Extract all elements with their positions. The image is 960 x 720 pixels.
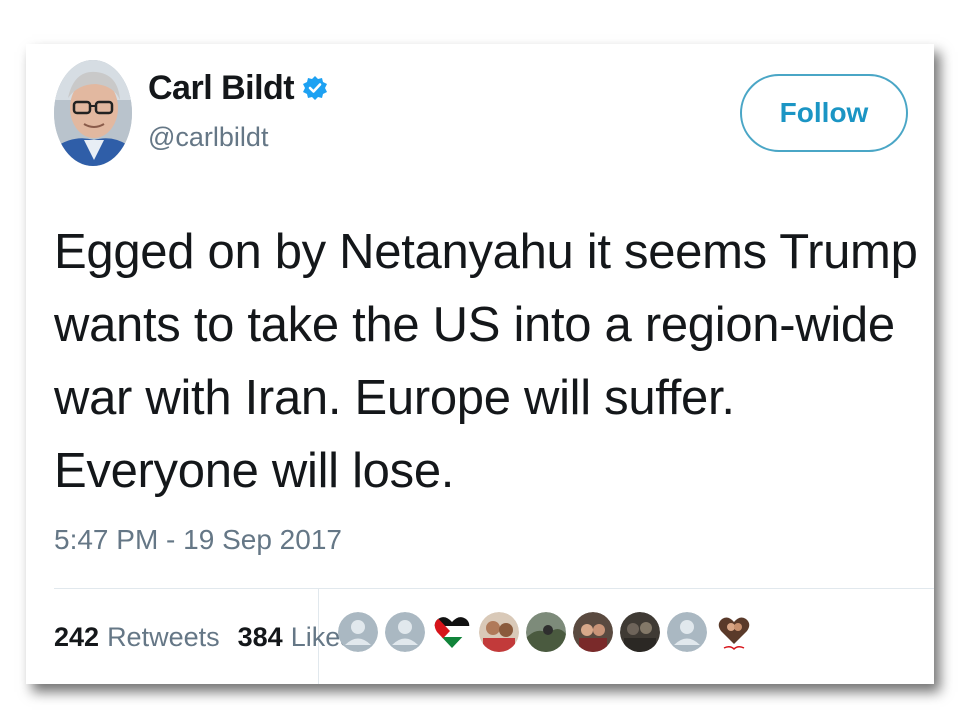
liker-avatar[interactable]	[338, 612, 378, 652]
display-name[interactable]: Carl Bildt	[148, 69, 295, 108]
verified-badge-icon	[303, 76, 328, 100]
name-row: Carl Bildt	[148, 68, 328, 108]
liker-avatar[interactable]	[714, 612, 754, 652]
tweet-timestamp[interactable]: 5:47 PM - 19 Sep 2017	[54, 524, 342, 556]
liker-avatar[interactable]	[385, 612, 425, 652]
liker-avatar[interactable]	[479, 612, 519, 652]
retweets-label[interactable]: Retweets	[107, 622, 220, 653]
liker-avatar[interactable]	[432, 612, 472, 652]
liker-avatar[interactable]	[573, 612, 613, 652]
retweets-count[interactable]: 242	[54, 622, 99, 653]
profile-avatar[interactable]	[54, 60, 132, 166]
follow-button[interactable]: Follow	[740, 74, 908, 152]
stats-divider	[54, 588, 934, 589]
likes-count[interactable]: 384	[238, 622, 283, 653]
tweet-text: Egged on by Netanyahu it seems Trump wan…	[54, 225, 918, 498]
tweet-card: Carl Bildt @carlbildt Follow Egged on by…	[26, 44, 934, 684]
liker-avatar[interactable]	[526, 612, 566, 652]
liker-avatars	[338, 612, 761, 652]
engagement-stats: 242 Retweets 384 Likes	[54, 622, 354, 653]
liker-avatar[interactable]	[667, 612, 707, 652]
user-handle[interactable]: @carlbildt	[148, 122, 268, 153]
liker-avatar[interactable]	[620, 612, 660, 652]
